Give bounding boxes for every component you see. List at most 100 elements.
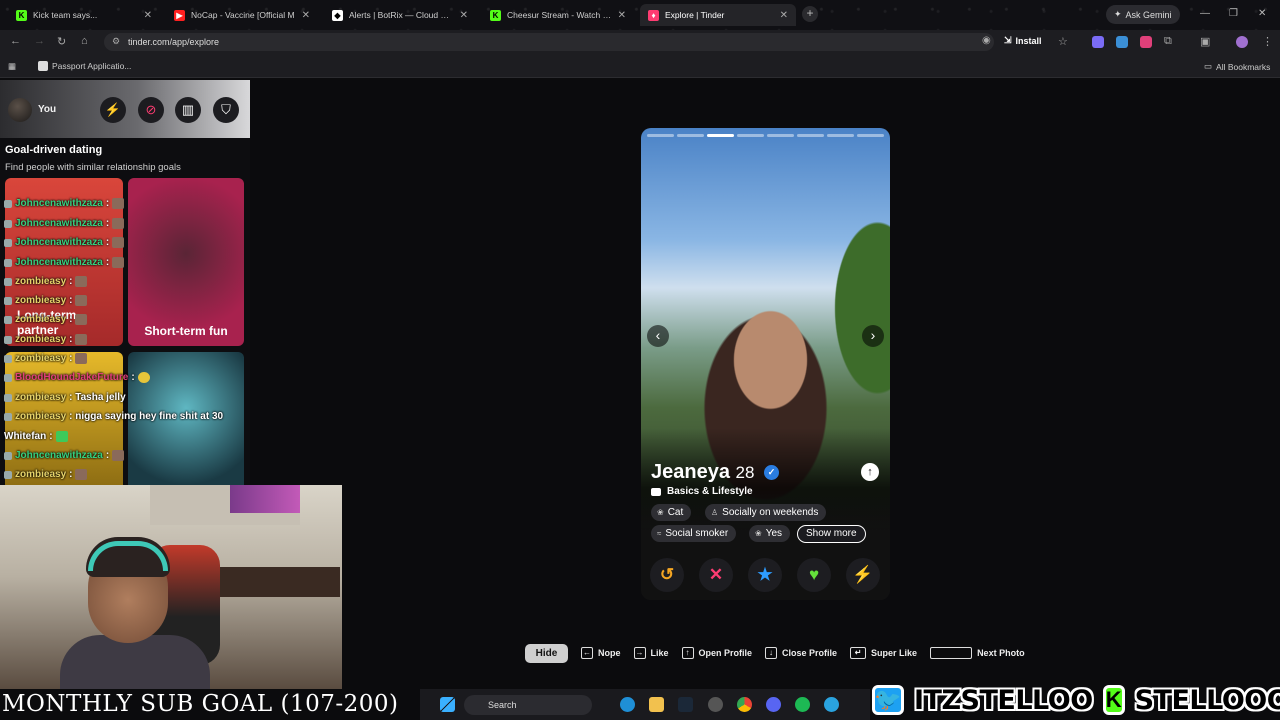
close-tab-icon[interactable]: ✕ bbox=[460, 10, 468, 21]
side-panel-icon[interactable]: ▣ bbox=[1200, 35, 1210, 48]
hide-hints-button[interactable]: Hide bbox=[525, 643, 568, 663]
all-bookmarks-label: All Bookmarks bbox=[1216, 61, 1271, 72]
browser-tab[interactable]: K Cheesur Stream - Watch Live o ✕ bbox=[482, 4, 634, 26]
close-tab-icon[interactable]: ✕ bbox=[780, 10, 788, 21]
steam-icon[interactable] bbox=[678, 697, 693, 712]
profile-section-header: Basics & Lifestyle bbox=[651, 486, 753, 497]
super-like-button[interactable]: ★ bbox=[748, 558, 782, 592]
photo-progress-segment bbox=[677, 134, 704, 137]
extensions-puzzle-icon[interactable]: ⧉ bbox=[1164, 35, 1172, 48]
extension-icon[interactable] bbox=[1140, 36, 1152, 48]
badge-icon bbox=[4, 219, 12, 228]
install-app-button[interactable]: ⇲ Install bbox=[1004, 35, 1042, 46]
paw-icon: ❀ bbox=[657, 508, 664, 517]
previous-photo-icon[interactable]: ‹ bbox=[647, 325, 669, 347]
youtube-favicon-icon: ▶ bbox=[174, 9, 185, 21]
enter-key-icon: ↵ bbox=[850, 647, 867, 659]
chat-line: Whitefan: bbox=[4, 431, 68, 442]
open-profile-icon[interactable]: ↑ bbox=[861, 463, 879, 481]
close-tab-icon[interactable]: ✕ bbox=[144, 10, 152, 21]
section-label: Basics & Lifestyle bbox=[667, 486, 753, 497]
badge-icon bbox=[4, 199, 12, 208]
profile-label[interactable]: You bbox=[38, 104, 56, 115]
chat-line: Johncenawithzaza: bbox=[4, 198, 125, 209]
file-explorer-icon[interactable] bbox=[649, 697, 664, 712]
all-bookmarks-button[interactable]: ▭ All Bookmarks bbox=[1204, 61, 1270, 72]
browser-tab[interactable]: ▶ NoCap - Vaccine [Official M ✕ bbox=[166, 4, 318, 26]
maximize-icon[interactable]: ❐ bbox=[1229, 8, 1238, 19]
section-title: Goal-driven dating bbox=[5, 144, 103, 156]
site-info-icon[interactable]: ⚙ bbox=[112, 36, 120, 47]
profile-card[interactable]: ‹ › Jeaneya 28 ✓ ↑ Basics & Lifestyle ❀ C… bbox=[641, 128, 890, 600]
explore-icon[interactable]: ⊘ bbox=[138, 97, 164, 123]
bookmarks-bar: ▦ Passport Applicatio... ▭ All Bookmarks bbox=[0, 54, 1280, 78]
chrome-icon[interactable] bbox=[737, 697, 752, 712]
safety-shield-icon[interactable]: ⛉ bbox=[213, 97, 239, 123]
obs-icon[interactable] bbox=[708, 697, 723, 712]
browser-tab-active[interactable]: ♦ Explore | Tinder ✕ bbox=[640, 4, 796, 26]
emote-icon bbox=[112, 257, 125, 268]
boost-icon[interactable]: ⚡ bbox=[100, 97, 126, 123]
emote-icon bbox=[112, 198, 125, 209]
badge-icon bbox=[4, 354, 12, 363]
extension-icon[interactable] bbox=[1116, 36, 1128, 48]
location-icon[interactable]: ◉ bbox=[982, 35, 991, 46]
ask-gemini-button[interactable]: ✦ Ask Gemini bbox=[1106, 5, 1180, 24]
emote-icon bbox=[75, 334, 88, 345]
apps-grid-icon[interactable]: ▦ bbox=[8, 61, 16, 72]
browser-tab[interactable]: K Kick team says... ✕ bbox=[8, 4, 160, 26]
back-icon[interactable]: ← bbox=[10, 35, 21, 47]
profile-avatar-icon[interactable] bbox=[1236, 36, 1248, 48]
minimize-icon[interactable]: — bbox=[1200, 8, 1210, 19]
new-tab-button[interactable]: + bbox=[802, 6, 818, 22]
url-field[interactable]: tinder.com/app/explore bbox=[104, 33, 994, 51]
reload-icon[interactable]: ↻ bbox=[57, 35, 66, 48]
taskbar-search-label: Search bbox=[488, 700, 517, 710]
close-tab-icon[interactable]: ✕ bbox=[618, 10, 626, 21]
edge-icon[interactable] bbox=[620, 697, 635, 712]
hint-like: → Like bbox=[633, 647, 669, 659]
telegram-icon[interactable] bbox=[824, 697, 839, 712]
install-icon: ⇲ bbox=[1004, 35, 1012, 45]
spotify-icon[interactable] bbox=[795, 697, 810, 712]
forward-icon[interactable]: → bbox=[34, 35, 45, 47]
boost-button[interactable]: ⚡ bbox=[846, 558, 880, 592]
webcam-monitor bbox=[230, 485, 300, 513]
photo-progress-segment bbox=[767, 134, 794, 137]
tab-title: Cheesur Stream - Watch Live o bbox=[507, 10, 612, 20]
chat-line: zombieasy: nigga saying hey fine shit at… bbox=[4, 411, 223, 422]
nope-button[interactable]: ✕ bbox=[699, 558, 733, 592]
smoke-icon: ≈ bbox=[657, 529, 662, 538]
goal-card-label: Short-term fun bbox=[144, 324, 228, 338]
rewind-button[interactable]: ↺ bbox=[650, 558, 684, 592]
webcam-feed bbox=[0, 485, 342, 689]
work-mode-icon[interactable]: ▥ bbox=[175, 97, 201, 123]
taskbar-search[interactable]: Search bbox=[464, 695, 592, 715]
show-more-button[interactable]: Show more bbox=[797, 525, 866, 543]
menu-dots-icon[interactable]: ⋮ bbox=[1262, 35, 1273, 48]
right-arrow-key-icon: → bbox=[633, 647, 646, 659]
windows-start-icon[interactable] bbox=[440, 697, 455, 712]
profile-chip: ♙ Socially on weekends bbox=[705, 504, 827, 521]
glass-icon: ♙ bbox=[711, 508, 719, 517]
badge-icon bbox=[4, 335, 12, 344]
extension-icon[interactable] bbox=[1092, 36, 1104, 48]
goal-card-short-term[interactable]: Short-term fun bbox=[128, 178, 244, 346]
next-photo-icon[interactable]: › bbox=[862, 325, 884, 347]
bookmark-star-icon[interactable]: ☆ bbox=[1058, 35, 1068, 48]
avatar[interactable] bbox=[8, 98, 32, 122]
photo-progress-segment bbox=[647, 134, 674, 137]
home-icon[interactable]: ⌂ bbox=[81, 35, 88, 47]
install-label: Install bbox=[1015, 35, 1042, 46]
photo-progress-segment bbox=[707, 134, 734, 137]
badge-icon bbox=[4, 258, 12, 267]
browser-tab[interactable]: ◆ Alerts | BotRix — Cloud Stream... ✕ bbox=[324, 4, 476, 26]
discord-icon[interactable] bbox=[766, 697, 781, 712]
like-button[interactable]: ♥ bbox=[797, 558, 831, 592]
sidebar-header: You ⚡ ⊘ ▥ ⛉ bbox=[0, 80, 250, 138]
bookmark-item[interactable]: Passport Applicatio... bbox=[38, 61, 131, 71]
close-tab-icon[interactable]: ✕ bbox=[302, 10, 310, 21]
paw-icon: ❀ bbox=[755, 529, 762, 538]
badge-icon bbox=[4, 393, 12, 402]
close-window-icon[interactable]: ✕ bbox=[1258, 8, 1266, 19]
